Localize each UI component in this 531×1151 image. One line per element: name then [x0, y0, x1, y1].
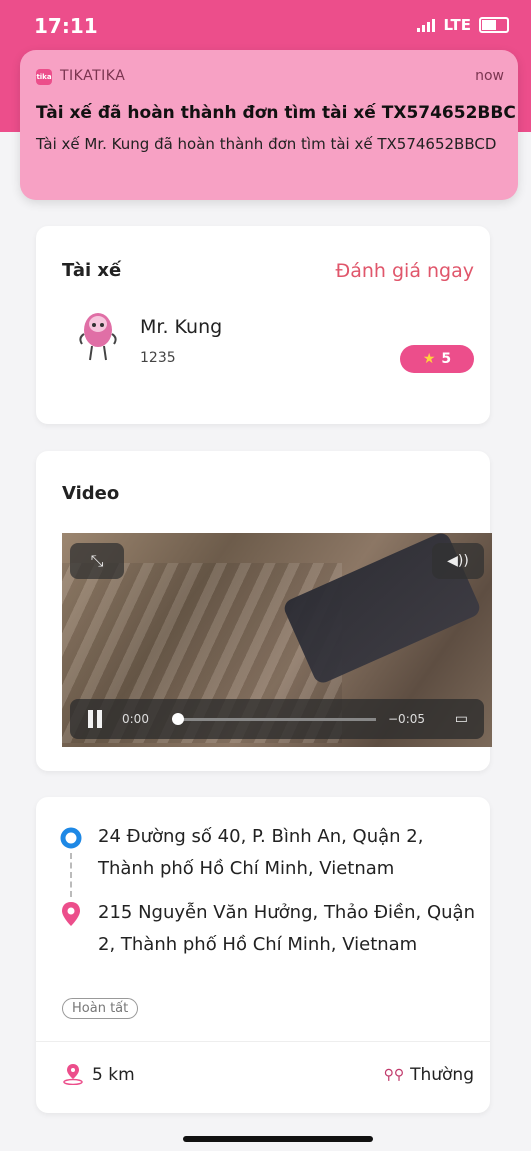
status-badge: Hoàn tất — [62, 998, 139, 1019]
notification-time: now — [475, 68, 504, 84]
driver-id: 1235 — [140, 350, 176, 366]
push-notification[interactable]: tika TIKATIKA now Tài xế đã hoàn thành đ… — [20, 50, 518, 200]
video-player[interactable]: ⤡ ◀)) 0:00 −0:05 ▭ — [62, 533, 492, 747]
origin-pin-icon — [60, 827, 82, 849]
progress-knob[interactable] — [172, 713, 184, 725]
route-connector — [70, 853, 72, 897]
distance-value: 5 km — [92, 1065, 135, 1085]
driver-heading: Tài xế — [62, 260, 122, 281]
remaining-time: −0:05 — [388, 712, 426, 726]
driver-card: Tài xế Đánh giá ngay Mr. Kung 1235 ★ 5 — [36, 226, 490, 424]
video-controls: 0:00 −0:05 ▭ — [70, 699, 484, 739]
motorbike-icon: ⚲⚲ — [383, 1067, 405, 1083]
volume-icon[interactable]: ◀)) — [432, 543, 484, 579]
origin-address: 24 Đường số 40, P. Bình An, Quận 2, Thàn… — [98, 826, 424, 879]
progress-track[interactable] — [178, 718, 376, 721]
expand-icon[interactable]: ⤡ — [70, 543, 124, 579]
notification-title: Tài xế đã hoàn thành đơn tìm tài xế TX57… — [36, 103, 516, 123]
pause-icon[interactable] — [88, 710, 102, 728]
vehicle-type: ⚲⚲ Thường — [384, 1065, 474, 1085]
distance-icon — [63, 1064, 83, 1085]
star-icon: ★ — [422, 351, 436, 367]
video-card: Video ⤡ ◀)) 0:00 −0:05 ▭ — [36, 451, 492, 771]
divider — [36, 1041, 490, 1042]
trip-card: 24 Đường số 40, P. Bình An, Quận 2, Thàn… — [36, 797, 490, 1113]
driver-avatar — [79, 313, 117, 361]
rate-now-link[interactable]: Đánh giá ngay — [335, 260, 474, 282]
rating-badge: ★ 5 — [400, 345, 474, 373]
airplay-icon[interactable]: ▭ — [455, 711, 468, 727]
network-label: LTE — [443, 16, 471, 34]
notification-app-name: TIKATIKA — [60, 68, 126, 84]
driver-name: Mr. Kung — [140, 316, 223, 338]
status-bar: 17:11 LTE — [0, 0, 531, 46]
battery-icon — [479, 17, 509, 33]
app-icon: tika — [36, 69, 52, 85]
home-indicator[interactable] — [183, 1136, 373, 1142]
current-time: 0:00 — [122, 712, 149, 726]
vehicle-type-label: Thường — [410, 1065, 474, 1085]
destination-pin-icon — [62, 902, 80, 926]
status-right: LTE — [417, 16, 509, 34]
notification-body: Tài xế Mr. Kung đã hoàn thành đơn tìm tà… — [36, 135, 497, 153]
destination-address: 215 Nguyễn Văn Hưởng, Thảo Điền, Quận 2,… — [98, 902, 475, 955]
signal-icon — [417, 18, 436, 32]
status-time: 17:11 — [34, 14, 98, 38]
video-heading: Video — [62, 483, 120, 504]
rating-value: 5 — [441, 351, 452, 367]
